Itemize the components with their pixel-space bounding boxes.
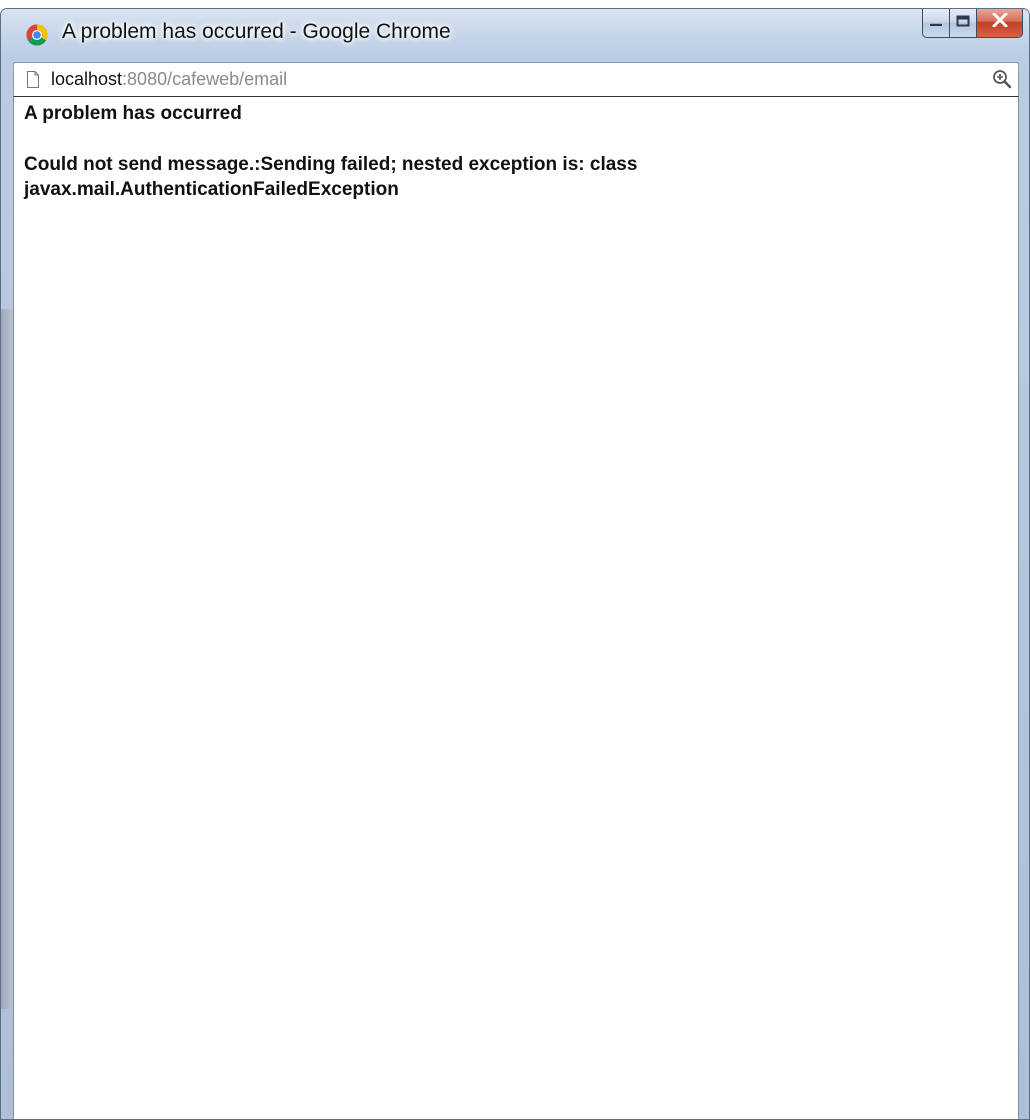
page-icon [26, 71, 40, 93]
close-button[interactable] [977, 9, 1023, 38]
error-heading: A problem has occurred [24, 103, 242, 124]
maximize-button[interactable] [950, 9, 977, 38]
zoom-icon[interactable] [992, 69, 1012, 94]
url-host: localhost [51, 69, 123, 89]
minimize-icon [929, 14, 943, 32]
window-title: A problem has occurred - Google Chrome [62, 20, 451, 43]
minimize-button[interactable] [922, 9, 950, 38]
chrome-icon [26, 24, 48, 46]
error-message: Could not send message.:Sending failed; … [24, 154, 638, 200]
browser-window: A problem has occurred - Google Chrome l… [0, 8, 1030, 1120]
close-icon [992, 12, 1008, 32]
page-content: A problem has occurred Could not send me… [24, 101, 1008, 202]
address-bar[interactable]: localhost:8080/cafeweb/email [13, 62, 1019, 97]
maximize-icon [956, 14, 970, 32]
page-viewport: A problem has occurred Could not send me… [13, 96, 1019, 1119]
url-text[interactable]: localhost:8080/cafeweb/email [51, 69, 287, 90]
title-bar[interactable]: A problem has occurred - Google Chrome [1, 9, 1029, 61]
caption-buttons [922, 9, 1023, 38]
window-frame-shade [1, 309, 13, 1009]
url-path: :8080/cafeweb/email [122, 69, 288, 89]
